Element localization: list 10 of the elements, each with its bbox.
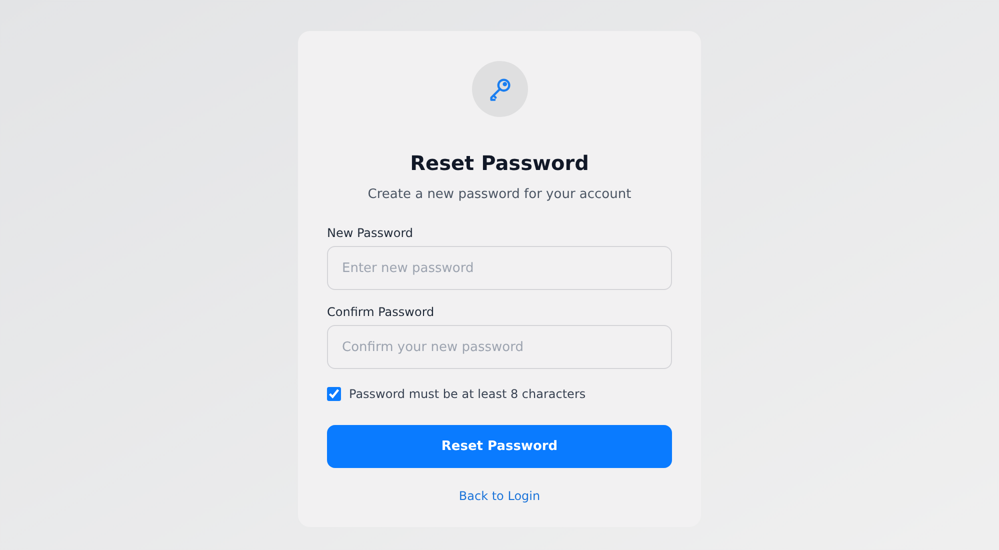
requirement-checkbox[interactable] (327, 387, 341, 401)
password-field[interactable]: Enter new password (327, 246, 672, 290)
back-to-login-link[interactable]: Back to Login (458, 487, 540, 505)
reset-password-button[interactable]: Reset Password (327, 425, 672, 468)
page-title: Reset Password (410, 153, 589, 173)
field-label: New Password (327, 227, 414, 239)
requirement-label: Password must be at least 8 characters (349, 386, 586, 403)
subtitle: Create a new password for your account (368, 188, 632, 201)
password-field[interactable]: Confirm your new password (327, 325, 672, 369)
field-label: Confirm Password (327, 306, 436, 318)
